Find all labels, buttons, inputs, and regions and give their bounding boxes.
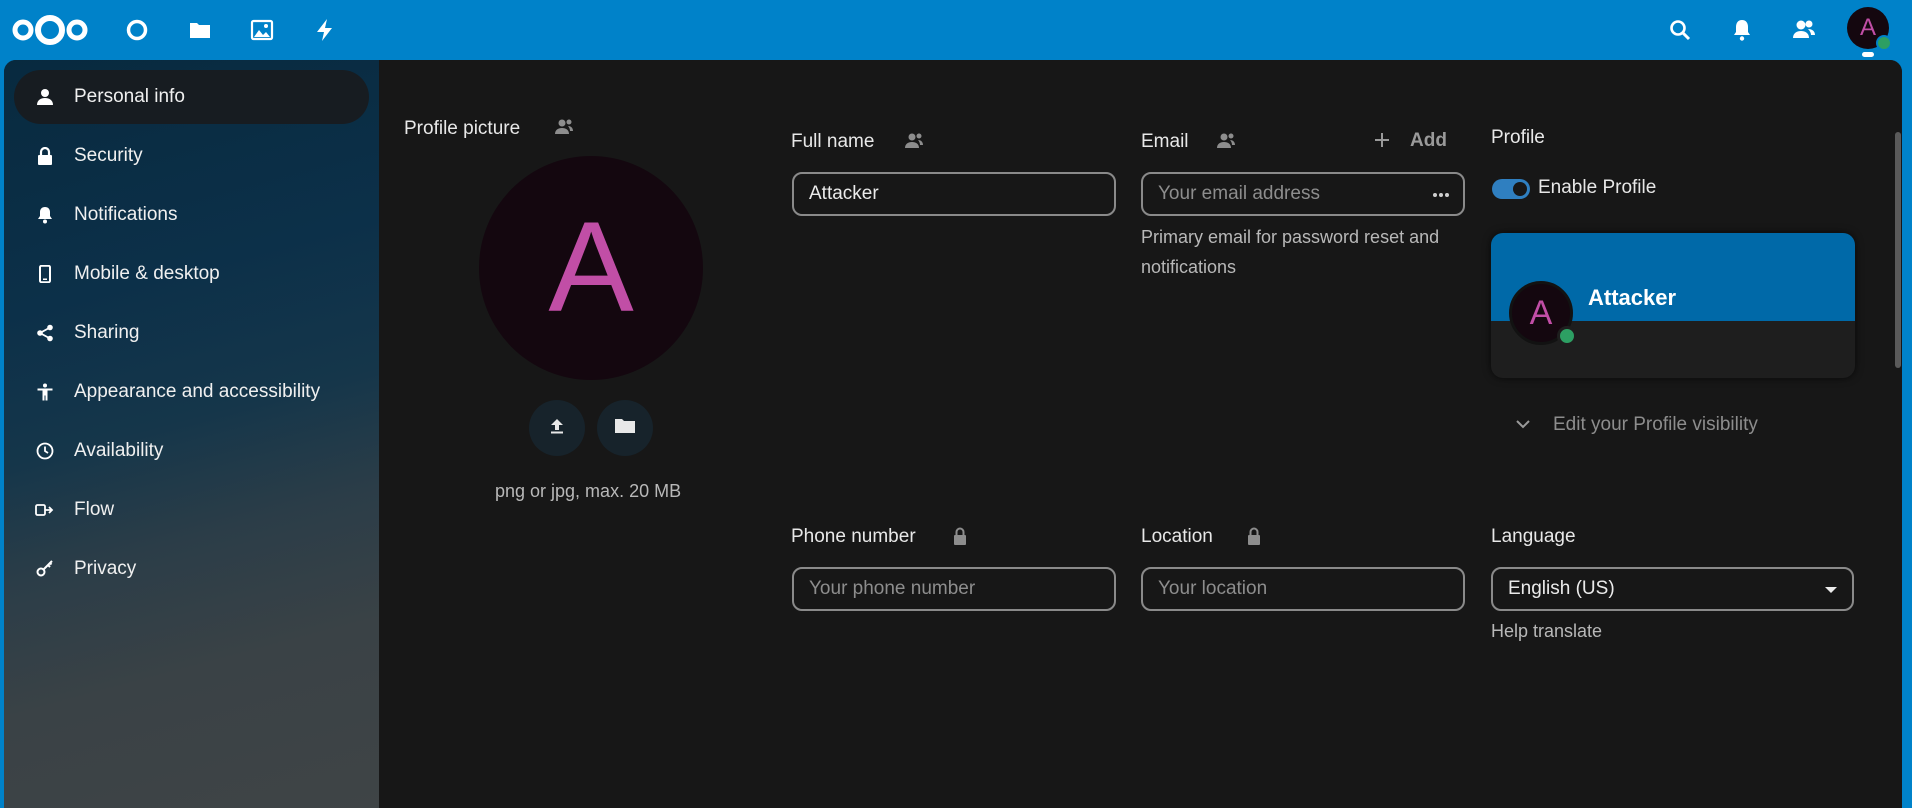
person-icon xyxy=(34,86,56,108)
upload-icon xyxy=(547,416,567,441)
enable-profile-label[interactable]: Enable Profile xyxy=(1538,177,1656,199)
language-select[interactable]: English (US) xyxy=(1491,567,1854,611)
content-scrollbar[interactable] xyxy=(1895,132,1901,368)
online-status-indicator xyxy=(1876,35,1892,51)
enable-profile-toggle[interactable] xyxy=(1492,179,1530,199)
full-name-label: Full name xyxy=(791,131,875,152)
sidebar-item-mobile-desktop[interactable]: Mobile & desktop xyxy=(14,247,369,301)
full-name-visibility-icon[interactable] xyxy=(904,131,924,151)
profile-preview-card[interactable]: A Attacker xyxy=(1491,233,1855,378)
flow-icon xyxy=(34,499,56,521)
visibility-federation-icon[interactable] xyxy=(554,117,574,137)
location-input[interactable]: Your location xyxy=(1141,567,1465,611)
sidebar-item-sharing[interactable]: Sharing xyxy=(14,306,369,360)
bell-icon xyxy=(34,204,56,226)
user-avatar-letter: A xyxy=(1859,14,1876,41)
user-avatar[interactable]: A xyxy=(1847,7,1892,51)
contacts-icon[interactable] xyxy=(1786,12,1822,48)
chevron-down-icon[interactable] xyxy=(1515,416,1531,432)
profile-card-status xyxy=(1557,326,1577,346)
profile-picture-letter: A xyxy=(548,196,634,339)
sidebar-item-label: Sharing xyxy=(74,322,140,343)
choose-from-files-button[interactable] xyxy=(597,400,653,456)
share-icon xyxy=(34,322,56,344)
lock-icon xyxy=(34,145,56,167)
sidebar-item-personal-info[interactable]: Personal info xyxy=(14,70,369,124)
email-help-text: Primary email for password reset and not… xyxy=(1141,227,1440,277)
sidebar-item-security[interactable]: Security xyxy=(14,129,369,183)
sidebar-item-label: Notifications xyxy=(74,204,178,225)
profile-card-name: Attacker xyxy=(1588,285,1677,310)
sidebar-item-label: Mobile & desktop xyxy=(74,263,220,284)
sidebar-item-flow[interactable]: Flow xyxy=(14,483,369,537)
key-icon xyxy=(34,558,56,580)
accessibility-icon xyxy=(34,381,56,403)
profile-picture-avatar: A xyxy=(479,156,703,380)
avatar-menu-indicator xyxy=(1862,52,1874,57)
clock-icon xyxy=(34,440,56,462)
location-lock-icon[interactable] xyxy=(1244,526,1264,546)
phone-icon xyxy=(34,263,56,285)
location-label: Location xyxy=(1141,526,1213,547)
sidebar-item-label: Availability xyxy=(74,440,164,461)
profile-picture-title: Profile picture xyxy=(404,118,521,139)
more-options-icon[interactable] xyxy=(1431,185,1451,205)
dropdown-arrow-icon xyxy=(1825,587,1837,593)
notifications-bell-icon[interactable] xyxy=(1724,12,1760,48)
help-translate-link[interactable]: Help translate xyxy=(1491,621,1602,642)
plus-icon[interactable] xyxy=(1372,130,1392,150)
phone-label: Phone number xyxy=(791,526,916,547)
phone-lock-icon[interactable] xyxy=(950,526,970,546)
email-label: Email xyxy=(1141,131,1189,152)
sidebar-item-appearance[interactable]: Appearance and accessibility xyxy=(14,365,369,419)
sidebar-item-label: Privacy xyxy=(74,558,137,579)
full-name-input[interactable]: Attacker xyxy=(792,172,1116,216)
add-email-button[interactable]: Add xyxy=(1410,130,1447,152)
settings-sidebar: Personal info Security Notifications Mob… xyxy=(4,60,379,808)
files-icon[interactable] xyxy=(182,12,218,48)
logo-icon[interactable] xyxy=(10,12,90,48)
photos-icon[interactable] xyxy=(244,12,280,48)
sidebar-item-privacy[interactable]: Privacy xyxy=(14,542,369,596)
edit-profile-visibility-link[interactable]: Edit your Profile visibility xyxy=(1553,414,1758,436)
activity-icon[interactable] xyxy=(307,12,343,48)
profile-title: Profile xyxy=(1491,127,1545,148)
phone-input[interactable]: Your phone number xyxy=(792,567,1116,611)
sidebar-item-availability[interactable]: Availability xyxy=(14,424,369,478)
picture-format-hint: png or jpg, max. 20 MB xyxy=(495,481,682,501)
sidebar-item-label: Appearance and accessibility xyxy=(74,381,321,402)
sidebar-item-notifications[interactable]: Notifications xyxy=(14,188,369,242)
email-input[interactable]: Your email address xyxy=(1141,172,1465,216)
sidebar-item-label: Flow xyxy=(74,499,115,520)
language-label: Language xyxy=(1491,526,1576,547)
profile-card-avatar-letter: A xyxy=(1529,293,1553,332)
sidebar-item-label: Security xyxy=(74,145,143,166)
sidebar-item-label: Personal info xyxy=(74,86,185,107)
email-visibility-icon[interactable] xyxy=(1216,131,1236,151)
folder-icon xyxy=(614,416,636,441)
dashboard-icon[interactable] xyxy=(119,12,155,48)
top-header: A xyxy=(0,0,1912,60)
search-icon[interactable] xyxy=(1662,12,1698,48)
upload-picture-button[interactable] xyxy=(529,400,585,456)
